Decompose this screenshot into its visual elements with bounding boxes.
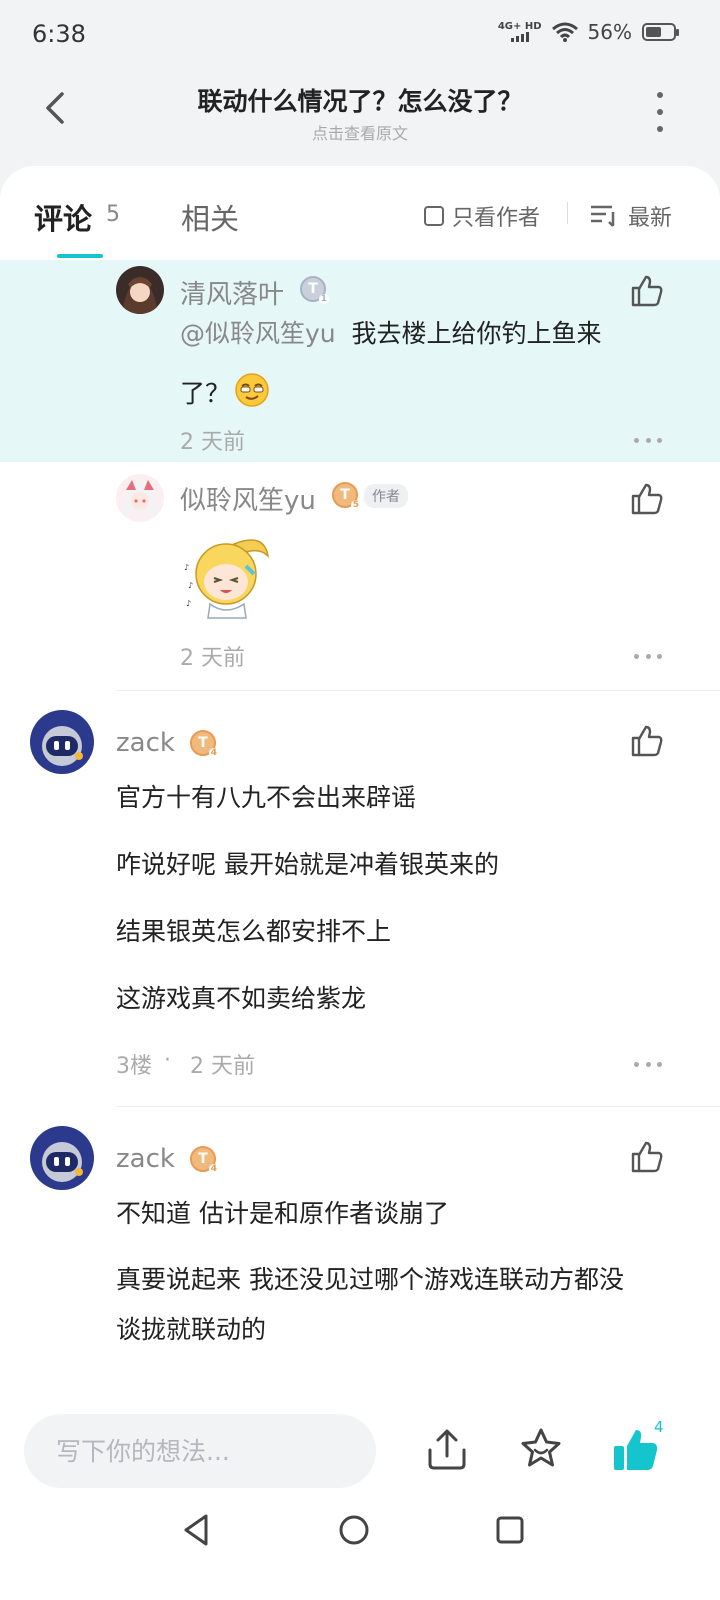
- page-title[interactable]: 联动什么情况了？怎么没了？: [0, 82, 720, 118]
- signal-icon: [510, 31, 529, 42]
- reply-more-icon[interactable]: [634, 652, 662, 660]
- tab-comments[interactable]: 评论: [34, 196, 92, 238]
- reply-item: 清风落叶 T1 @似聆风笙yu 我去楼上给你钓上鱼来 了？ 2 天前: [0, 260, 720, 462]
- level-badge-icon: T1: [300, 276, 329, 304]
- comment-more-icon[interactable]: [634, 1060, 662, 1068]
- nav-back-icon[interactable]: [176, 1510, 216, 1550]
- meta-separator: ·: [164, 1048, 171, 1073]
- status-bar: 6:38 4G+ HD 56%: [0, 0, 720, 68]
- thumbs-up-icon[interactable]: [630, 274, 664, 308]
- nav-recents-icon[interactable]: [490, 1510, 530, 1550]
- timestamp: 2 天前: [180, 646, 245, 671]
- comment-text-line: 真要说起来 我还没见过哪个游戏连联动方都没: [116, 1265, 624, 1294]
- username[interactable]: zack: [116, 728, 175, 758]
- reply-item: 似聆风笙yu T5 作者 ♪ ♪ ♪ 2 天前: [0, 462, 720, 692]
- nav-home-icon[interactable]: [334, 1510, 374, 1550]
- thumbs-up-icon[interactable]: [630, 724, 664, 758]
- timestamp: 2 天前: [190, 1054, 255, 1079]
- bottom-action-bar: 4: [0, 1400, 720, 1490]
- network-indicator: 4G+ HD: [498, 21, 542, 44]
- thumbs-up-icon[interactable]: [630, 482, 664, 516]
- system-nav-bar: [0, 1490, 720, 1600]
- username[interactable]: zack: [116, 1144, 175, 1174]
- divider: [116, 1106, 720, 1107]
- comment-text-line: 这游戏真不如卖给紫龙: [116, 984, 367, 1013]
- level-badge-icon: T5: [332, 482, 361, 510]
- avatar[interactable]: [30, 710, 94, 774]
- active-tab-indicator: [57, 254, 103, 258]
- network-label: 4G+ HD: [497, 20, 542, 32]
- comment-input[interactable]: [24, 1414, 376, 1488]
- sort-label: 最新: [628, 206, 673, 231]
- mention-link[interactable]: @似聆风笙yu: [180, 319, 336, 348]
- tab-bar: 评论 5 相关 只看作者 最新: [0, 166, 720, 262]
- author-only-label: 只看作者: [452, 206, 541, 231]
- status-time: 6:38: [32, 20, 86, 48]
- floor-number: 3楼: [116, 1054, 152, 1079]
- comment-item: zack T4 官方十有八九不会出来辟谣 咋说好呢 最开始就是冲着银英来的 结果…: [0, 692, 720, 1106]
- reply-text-line: 了？: [180, 379, 231, 408]
- reply-more-icon[interactable]: [634, 436, 662, 444]
- battery-percent: 56%: [587, 20, 632, 44]
- like-count: 4: [654, 1418, 664, 1436]
- tab-related[interactable]: 相关: [181, 196, 239, 238]
- battery-fill: [646, 27, 661, 37]
- avatar[interactable]: [116, 266, 164, 314]
- view-original-link[interactable]: 点击查看原文: [0, 120, 720, 144]
- level-badge-icon: T4: [190, 730, 219, 758]
- reply-text: @似聆风笙yu 我去楼上给你钓上鱼来: [180, 318, 650, 350]
- username[interactable]: 似聆风笙yu: [180, 480, 316, 517]
- reply-text-line-2: 了？: [180, 378, 230, 410]
- author-only-checkbox[interactable]: [424, 206, 444, 226]
- author-only-toggle[interactable]: 只看作者: [424, 200, 540, 232]
- author-tag: 作者: [364, 484, 408, 508]
- comment-text-line: 谈拢就联动的: [116, 1315, 267, 1344]
- avatar[interactable]: [30, 1126, 94, 1190]
- timestamp: 2 天前: [180, 430, 245, 455]
- more-options-icon[interactable]: [648, 92, 672, 132]
- comments-card: 评论 5 相关 只看作者 最新 清风落叶 T1 @似聆风笙yu 我去楼上给你钓上…: [0, 166, 720, 1400]
- smug-emoji-icon: [235, 373, 269, 407]
- svg-text:♪: ♪: [184, 563, 189, 572]
- header: 联动什么情况了？怎么没了？ 点击查看原文: [0, 68, 720, 168]
- comment-text-line: 结果银英怎么都安排不上: [116, 917, 392, 946]
- comment-item: zack T4 不知道 估计是和原作者谈崩了 真要说起来 我还没见过哪个游戏连联…: [0, 1108, 720, 1400]
- sort-button[interactable]: 最新: [590, 200, 672, 232]
- comment-text-line: 不知道 估计是和原作者谈崩了: [116, 1199, 449, 1228]
- divider: [567, 202, 568, 224]
- username[interactable]: 清风落叶: [180, 274, 284, 311]
- anime-sticker-image[interactable]: ♪ ♪ ♪: [180, 526, 276, 622]
- svg-text:♪: ♪: [188, 581, 193, 590]
- status-icons: 4G+ HD 56%: [498, 20, 679, 44]
- battery-icon: [642, 23, 679, 41]
- sort-icon: [591, 205, 615, 227]
- thumbs-up-icon[interactable]: [630, 1140, 664, 1174]
- star-icon[interactable]: [518, 1426, 564, 1472]
- comment-text-line: 咋说好呢 最开始就是冲着银英来的: [116, 850, 499, 879]
- comment-text-line: 官方十有八九不会出来辟谣: [116, 783, 417, 812]
- wifi-icon: [551, 22, 578, 42]
- svg-text:♪: ♪: [186, 599, 191, 608]
- thumbs-up-filled-icon[interactable]: [612, 1426, 660, 1474]
- avatar[interactable]: [116, 474, 164, 522]
- reply-text-line: 我去楼上给你钓上鱼来: [351, 319, 602, 348]
- share-icon[interactable]: [424, 1426, 470, 1472]
- level-badge-icon: T4: [190, 1146, 219, 1174]
- divider: [116, 690, 720, 691]
- comments-count: 5: [106, 202, 120, 227]
